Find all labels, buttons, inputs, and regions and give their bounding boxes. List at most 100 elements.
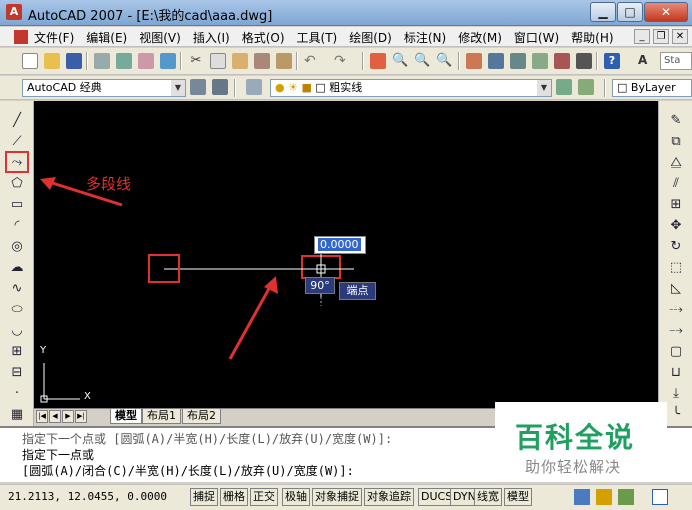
plot-preview-icon[interactable] <box>116 53 132 69</box>
doc-close-button[interactable]: ✕ <box>672 29 688 44</box>
pan-icon[interactable] <box>370 53 386 69</box>
rectangle-icon[interactable]: ▭ <box>9 197 25 213</box>
insert-block-icon[interactable]: ⊞ <box>9 344 25 360</box>
join-icon[interactable]: ⊔ <box>668 365 684 381</box>
chamfer-icon[interactable]: ⤓ <box>668 386 684 402</box>
zoom-previous-icon[interactable]: 🔍 <box>436 53 452 69</box>
layer-previous-icon[interactable] <box>578 79 594 95</box>
tray-settings-icon[interactable] <box>618 489 634 505</box>
layer-select[interactable]: ● ☀ ■ □ 粗实线 ▼ <box>270 79 552 97</box>
open-file-icon[interactable] <box>44 53 60 69</box>
model-toggle[interactable]: 模型 <box>504 488 532 506</box>
ellipse-icon[interactable]: ⬭ <box>9 302 25 318</box>
publish-icon[interactable] <box>138 53 154 69</box>
document-icon[interactable] <box>14 30 28 44</box>
save-icon[interactable] <box>66 53 82 69</box>
workspace-settings-icon[interactable] <box>190 79 206 95</box>
offset-icon[interactable]: ⫽ <box>668 176 684 192</box>
line-icon[interactable]: ╱ <box>9 113 25 129</box>
lineweight-toggle[interactable]: 线宽 <box>474 488 502 506</box>
menu-dimension[interactable]: 标注(N) <box>404 29 446 46</box>
layer-properties-icon[interactable] <box>246 79 262 95</box>
cut-icon[interactable]: ✂ <box>188 53 204 69</box>
autocad-logo-icon[interactable]: A <box>6 4 22 20</box>
ellipse-arc-icon[interactable]: ◡ <box>9 323 25 339</box>
circle-icon[interactable]: ◎ <box>9 239 25 255</box>
menu-window[interactable]: 窗口(W) <box>514 29 559 46</box>
lock-toolbars-icon[interactable] <box>596 489 612 505</box>
ortho-toggle[interactable]: 正交 <box>250 488 278 506</box>
menu-format[interactable]: 格式(O) <box>242 29 285 46</box>
snap-toggle[interactable]: 捕捉 <box>190 488 218 506</box>
sheet-set-icon[interactable] <box>532 53 548 69</box>
scale-icon[interactable]: ⬚ <box>668 260 684 276</box>
otrack-toggle[interactable]: 对象追踪 <box>364 488 414 506</box>
menu-modify[interactable]: 修改(M) <box>458 29 502 46</box>
new-file-icon[interactable] <box>22 53 38 69</box>
mirror-icon[interactable]: ⧋ <box>668 155 684 171</box>
menu-draw[interactable]: 绘图(D) <box>349 29 392 46</box>
drawing-area[interactable]: 多段线 0.0000 90° 端点 Y X <box>34 101 658 408</box>
stretch-icon[interactable]: ◺ <box>668 281 684 297</box>
etransmit-icon[interactable] <box>160 53 176 69</box>
zoom-window-icon[interactable]: 🔍 <box>414 53 430 69</box>
first-tab-button[interactable]: |◀ <box>36 410 48 423</box>
last-tab-button[interactable]: ▶| <box>75 410 87 423</box>
polygon-icon[interactable]: ⬠ <box>9 176 25 192</box>
rotate-icon[interactable]: ↻ <box>668 239 684 255</box>
array-icon[interactable]: ⊞ <box>668 197 684 213</box>
break-icon[interactable]: ▢ <box>668 344 684 360</box>
menu-help[interactable]: 帮助(H) <box>571 29 613 46</box>
move-icon[interactable]: ✥ <box>668 218 684 234</box>
polar-toggle[interactable]: 极轴 <box>282 488 310 506</box>
menu-insert[interactable]: 插入(I) <box>193 29 230 46</box>
menu-file[interactable]: 文件(F) <box>34 29 74 46</box>
markup-icon[interactable] <box>554 53 570 69</box>
copy-object-icon[interactable]: ⧉ <box>668 134 684 150</box>
dynamic-input-field[interactable]: 0.0000 <box>314 236 366 254</box>
tab-layout2[interactable]: 布局2 <box>182 409 221 424</box>
calculator-icon[interactable] <box>576 53 592 69</box>
help-icon[interactable]: ? <box>604 53 620 69</box>
zoom-realtime-icon[interactable]: 🔍 <box>392 53 408 69</box>
undo-icon[interactable]: ↶ <box>304 53 320 69</box>
revision-cloud-icon[interactable]: ☁ <box>9 260 25 276</box>
fillet-icon[interactable]: ╰ <box>668 407 684 423</box>
next-tab-button[interactable]: ▶ <box>62 410 74 423</box>
block-editor-icon[interactable] <box>276 53 292 69</box>
menu-edit[interactable]: 编辑(E) <box>86 29 127 46</box>
tool-palettes-icon[interactable] <box>510 53 526 69</box>
close-button[interactable]: ✕ <box>644 2 688 22</box>
tab-layout1[interactable]: 布局1 <box>142 409 181 424</box>
prev-tab-button[interactable]: ◀ <box>49 410 61 423</box>
text-style-combo[interactable]: Sta <box>660 52 692 70</box>
print-icon[interactable] <box>94 53 110 69</box>
maximize-button[interactable]: □ <box>617 2 643 22</box>
redo-icon[interactable]: ↷ <box>334 53 350 69</box>
design-center-icon[interactable] <box>488 53 504 69</box>
workspace-save-icon[interactable] <box>212 79 228 95</box>
grid-toggle[interactable]: 栅格 <box>220 488 248 506</box>
erase-icon[interactable]: ✎ <box>668 113 684 129</box>
color-control-select[interactable]: □ ByLayer <box>612 79 692 97</box>
make-block-icon[interactable]: ⊟ <box>9 365 25 381</box>
spline-icon[interactable]: ∿ <box>9 281 25 297</box>
extend-icon[interactable]: ⤍ <box>668 323 684 339</box>
paste-icon[interactable] <box>232 53 248 69</box>
communication-center-icon[interactable] <box>574 489 590 505</box>
construction-line-icon[interactable]: ⟋ <box>9 134 25 150</box>
match-properties-icon[interactable] <box>254 53 270 69</box>
point-icon[interactable]: · <box>9 386 25 402</box>
hatch-icon[interactable]: ▦ <box>9 407 25 423</box>
text-style-icon[interactable]: A <box>638 53 654 69</box>
tab-model[interactable]: 模型 <box>110 409 142 424</box>
coordinate-readout[interactable]: 21.2113, 12.0455, 0.0000 <box>8 490 167 503</box>
doc-minimize-button[interactable]: _ <box>634 29 650 44</box>
copy-icon[interactable] <box>210 53 226 69</box>
make-object-layer-current-icon[interactable] <box>556 79 572 95</box>
properties-icon[interactable] <box>466 53 482 69</box>
minimize-button[interactable]: ▁ <box>590 2 616 22</box>
menu-tools[interactable]: 工具(T) <box>297 29 338 46</box>
arc-icon[interactable]: ◜ <box>9 218 25 234</box>
doc-restore-button[interactable]: ❐ <box>653 29 669 44</box>
